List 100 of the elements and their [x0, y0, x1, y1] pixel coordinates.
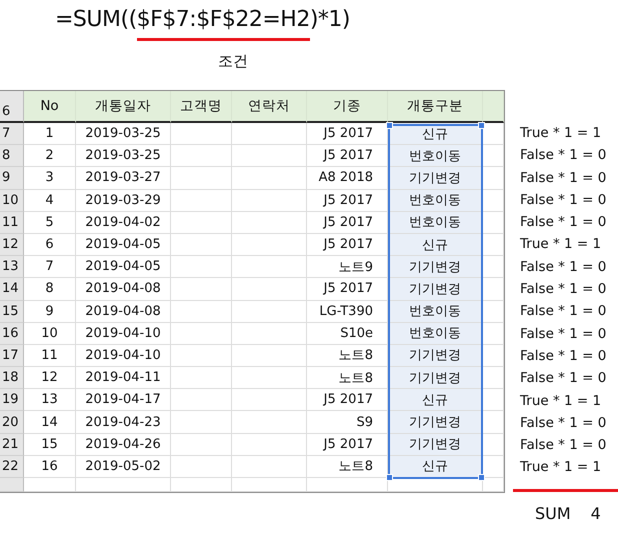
- table-cell: J5 2017: [307, 212, 388, 234]
- table-cell: [171, 300, 232, 323]
- sum-label: SUM: [535, 504, 571, 523]
- table-cell: [171, 389, 232, 412]
- table-cell: [171, 145, 232, 168]
- table-cell: 2019-03-25: [76, 145, 171, 168]
- result-text: True * 1 = 1: [520, 235, 602, 254]
- row-number: 19: [0, 389, 24, 412]
- result-text: False * 1 = 0: [520, 146, 608, 166]
- table-cell: 2019-03-27: [76, 167, 171, 190]
- table-cell: [171, 367, 232, 390]
- table-cell: 번호이동: [388, 190, 483, 212]
- column-header[interactable]: 연락처: [232, 91, 307, 123]
- table-cell: [171, 123, 232, 146]
- table-cell: 기기변경: [388, 167, 483, 190]
- table-cell: 2019-03-29: [76, 190, 171, 212]
- table-cell: LG-T390: [307, 300, 388, 323]
- table-cell: S9: [307, 411, 388, 434]
- table-cell: 2019-04-08: [76, 300, 171, 323]
- table-cell: 10: [24, 322, 76, 345]
- table-cell: [483, 300, 504, 323]
- result-text: False * 1 = 0: [520, 414, 608, 433]
- row-number: 18: [0, 367, 24, 390]
- table-cell: [483, 434, 504, 456]
- result-text: False * 1 = 0: [520, 168, 608, 188]
- table-cell: 2019-04-10: [76, 322, 171, 345]
- table-cell: 14: [24, 411, 76, 434]
- table-cell: 2019-04-26: [76, 434, 171, 456]
- row-number: 11: [0, 212, 24, 234]
- row-number: 7: [0, 123, 24, 146]
- result-text: False * 1 = 0: [520, 346, 608, 366]
- table-cell: [171, 456, 232, 478]
- column-header[interactable]: 고객명: [171, 91, 232, 123]
- result-text: False * 1 = 0: [520, 213, 608, 232]
- table-cell: 2019-04-10: [76, 344, 171, 368]
- column-header[interactable]: 기종: [307, 91, 388, 123]
- result-text: True * 1 = 1: [520, 392, 602, 411]
- table-cell: 2019-04-02: [76, 212, 171, 234]
- result-text: True * 1 = 1: [520, 124, 602, 143]
- result-text: False * 1 = 0: [520, 369, 608, 388]
- table-cell: 6: [24, 234, 76, 256]
- table-cell: 노트8: [307, 367, 388, 390]
- table-cell: 신규: [388, 389, 483, 412]
- table-cell: [171, 234, 232, 256]
- result-text: False * 1 = 0: [520, 436, 608, 456]
- table-cell: A8 2018: [307, 167, 388, 190]
- table-cell: J5 2017: [307, 278, 388, 300]
- row-number: 14: [0, 278, 24, 300]
- table-cell: 16: [24, 456, 76, 478]
- result-text: False * 1 = 0: [520, 190, 608, 210]
- table-cell: [171, 478, 232, 492]
- table-cell: [483, 145, 504, 168]
- table-cell: [171, 167, 232, 190]
- row-number: 9: [0, 167, 24, 190]
- table-cell: 2: [24, 145, 76, 168]
- table-cell: [483, 322, 504, 345]
- table-cell: [171, 278, 232, 300]
- table-cell: [171, 256, 232, 278]
- table-cell: [171, 190, 232, 212]
- table-cell: 12: [24, 367, 76, 390]
- table-cell: [171, 344, 232, 368]
- table-cell: [171, 322, 232, 345]
- table-cell: J5 2017: [307, 190, 388, 212]
- condition-label: 조건: [218, 52, 248, 71]
- result-text: True * 1 = 1: [520, 458, 602, 478]
- table-cell: 11: [24, 344, 76, 368]
- table-cell: 7: [24, 256, 76, 278]
- row-number: 20: [0, 411, 24, 434]
- table-cell: 13: [24, 389, 76, 412]
- table-cell: 기기변경: [388, 411, 483, 434]
- row-number: 22: [0, 456, 24, 478]
- table-cell: [171, 434, 232, 456]
- table-cell: S10e: [307, 322, 388, 345]
- table-cell: 2019-03-25: [76, 123, 171, 146]
- table-cell: 5: [24, 212, 76, 234]
- column-header[interactable]: 개통일자: [76, 91, 171, 123]
- row-number: [0, 478, 24, 492]
- table-cell: [483, 167, 504, 190]
- sum-value: 4: [590, 504, 601, 523]
- column-header[interactable]: No: [24, 91, 76, 123]
- table-cell: [483, 256, 504, 278]
- result-text: False * 1 = 0: [520, 302, 608, 322]
- row-number: 12: [0, 234, 24, 256]
- column-header[interactable]: [483, 91, 504, 123]
- table-cell: 9: [24, 300, 76, 323]
- table-cell: 2019-04-17: [76, 389, 171, 412]
- table-cell: 2019-04-05: [76, 256, 171, 278]
- table-cell: [483, 411, 504, 434]
- table-cell: J5 2017: [307, 434, 388, 456]
- table-cell: 기기변경: [388, 367, 483, 390]
- row-number: 13: [0, 256, 24, 278]
- row-number: 17: [0, 344, 24, 368]
- table-cell: 번호이동: [388, 212, 483, 234]
- table-cell: J5 2017: [307, 145, 388, 168]
- row-number: 6: [0, 91, 24, 123]
- table-cell: 4: [24, 190, 76, 212]
- table-cell: 15: [24, 434, 76, 456]
- table-cell: 기기변경: [388, 344, 483, 368]
- table-cell: J5 2017: [307, 389, 388, 412]
- column-header[interactable]: 개통구분: [388, 91, 483, 123]
